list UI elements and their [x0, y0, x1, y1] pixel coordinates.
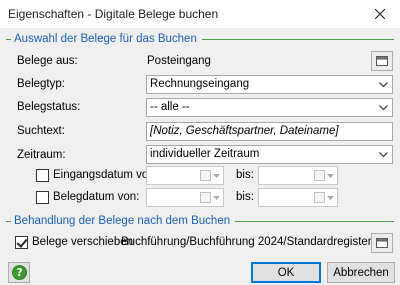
chevron-down-icon — [377, 146, 389, 163]
section-handling-title: Behandlung der Belege nach dem Buchen — [14, 215, 231, 227]
chevron-down-icon — [212, 189, 221, 206]
calendar-icon — [314, 170, 325, 181]
section-line-left — [6, 220, 11, 222]
close-button[interactable] — [360, 0, 400, 28]
belegtyp-select[interactable]: Rechnungseingang — [146, 75, 393, 94]
eingangsdatum-to-date[interactable] — [258, 166, 338, 185]
eingangsdatum-checkbox[interactable] — [36, 169, 49, 182]
help-icon: ? — [11, 265, 27, 280]
belegdatum-checkbox[interactable] — [36, 191, 49, 204]
section-line-right — [201, 38, 394, 40]
section-line-right — [235, 220, 394, 222]
belegdatum-to-date[interactable] — [258, 188, 338, 207]
dialog-body: Auswahl der Belege für das Buchen Belege… — [0, 28, 400, 285]
eingangsdatum-label: Eingangsdatum von: — [53, 169, 158, 181]
cancel-button[interactable]: Abbrechen — [327, 262, 395, 283]
close-icon — [375, 9, 385, 19]
title-bar: Eigenschaften - Digitale Belege buchen — [0, 0, 400, 28]
belege-verschieben-label: Belege verschieben — [32, 236, 134, 248]
ok-button-label: OK — [277, 266, 295, 279]
cancel-button-label: Abbrechen — [333, 266, 389, 279]
window-icon — [376, 56, 388, 66]
section-line-left — [6, 38, 11, 40]
ok-button[interactable]: OK — [251, 262, 321, 283]
eingangsdatum-bis-label: bis: — [236, 169, 254, 181]
svg-text:?: ? — [16, 267, 22, 279]
chevron-down-icon — [326, 189, 335, 206]
zeitraum-value: individueller Zeitraum — [150, 148, 260, 160]
belege-aus-label: Belege aus: — [17, 55, 78, 67]
belegstatus-value: -- alle -- — [150, 101, 190, 113]
belege-aus-value: Posteingang — [147, 55, 211, 67]
chevron-down-icon — [377, 99, 389, 116]
belege-verschieben-checkbox[interactable] — [15, 236, 28, 249]
chevron-down-icon — [212, 167, 221, 184]
suchtext-label: Suchtext: — [17, 125, 65, 137]
zeitraum-label: Zeitraum: — [17, 149, 66, 161]
eingangsdatum-from-date[interactable] — [146, 166, 224, 185]
section-selection-title: Auswahl der Belege für das Buchen — [14, 33, 197, 45]
belegstatus-label: Belegstatus: — [17, 101, 81, 113]
belegdatum-from-date[interactable] — [146, 188, 224, 207]
belegstatus-select[interactable]: -- alle -- — [146, 98, 393, 117]
target-path: Buchführung/Buchführung 2024/Standardreg… — [121, 236, 372, 248]
suchtext-input[interactable]: [Notiz, Geschäftspartner, Dateiname] — [146, 122, 393, 141]
belege-aus-browse-button[interactable] — [371, 51, 393, 71]
belegdatum-bis-label: bis: — [236, 191, 254, 203]
chevron-down-icon — [377, 76, 389, 93]
belegtyp-value: Rechnungseingang — [150, 78, 250, 90]
help-button[interactable]: ? — [8, 262, 30, 283]
target-browse-button[interactable] — [371, 233, 393, 253]
window-title: Eigenschaften - Digitale Belege buchen — [8, 7, 219, 21]
belegdatum-label: Belegdatum von: — [53, 191, 140, 203]
calendar-icon — [200, 170, 211, 181]
calendar-icon — [314, 192, 325, 203]
suchtext-placeholder: [Notiz, Geschäftspartner, Dateiname] — [150, 125, 339, 137]
belegtyp-label: Belegtyp: — [17, 78, 65, 90]
section-selection-header: Auswahl der Belege für das Buchen — [6, 32, 394, 46]
zeitraum-select[interactable]: individueller Zeitraum — [146, 145, 393, 164]
chevron-down-icon — [326, 167, 335, 184]
window-icon — [376, 238, 388, 248]
section-handling-header: Behandlung der Belege nach dem Buchen — [6, 214, 394, 228]
calendar-icon — [200, 192, 211, 203]
